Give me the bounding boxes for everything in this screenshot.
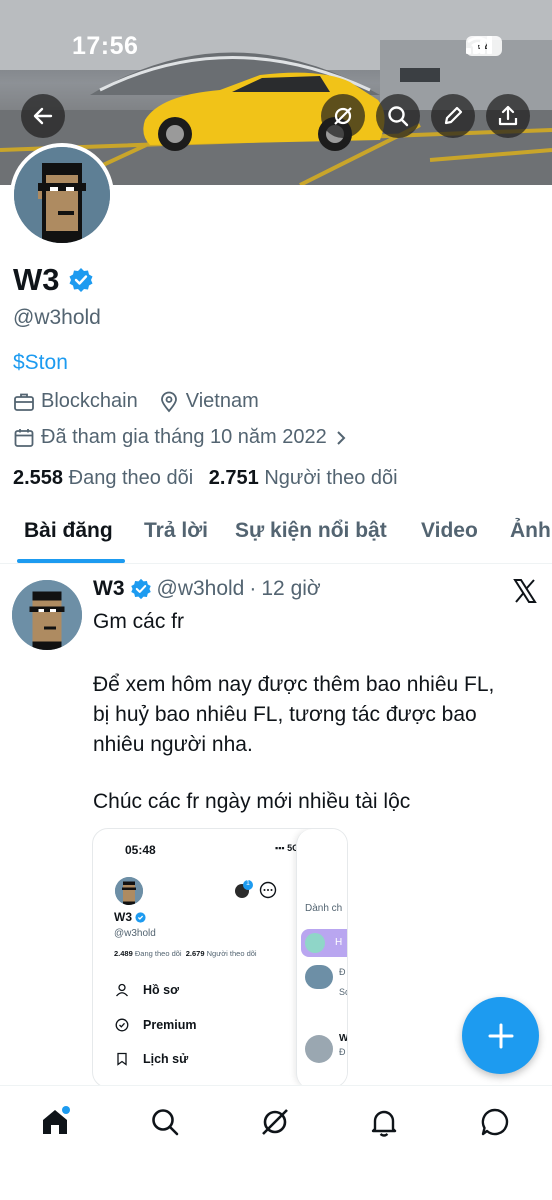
tab-replies[interactable]: Trả lời [144,519,208,543]
bio-cashtag-link[interactable]: $Ston [13,351,68,375]
embed-avatar [115,877,143,905]
pencil-icon [444,106,463,125]
profile-category: Blockchain [41,390,138,412]
punk-avatar-image [115,877,143,905]
location-pin-icon [160,391,177,412]
person-icon [116,983,128,997]
grok-button[interactable] [321,94,365,138]
tweet-author-avatar[interactable] [12,580,82,650]
following-label: Đang theo dõi [68,467,194,489]
followers-label: Người theo dõi [264,467,398,489]
profile-tabs: Bài đăng Trả lời Sự kiện nổi bật Video Ả… [0,512,552,564]
following-count: 2.558 [13,467,64,489]
tab-photos[interactable]: Ảnh [510,519,551,543]
premium-badge-icon [115,1018,129,1032]
share-button[interactable] [486,94,530,138]
embed-follow-stats: 2.489 Đang theo dõi 2.679 Người theo dõi [114,949,257,958]
nav-messages[interactable] [475,1102,515,1142]
embed-menu-premium: Premium [115,1018,197,1032]
nav-notifications[interactable] [364,1102,404,1142]
embed-more-icon [259,881,277,899]
tweet-timestamp[interactable]: 12 giờ [261,577,320,601]
message-bubble-icon [481,1108,509,1136]
wifi-icon [467,36,489,54]
x-logo-icon[interactable] [512,578,538,604]
compose-post-button[interactable] [462,997,539,1074]
embed-notification-count: 1 [246,880,250,887]
profile-handle: @w3hold [13,306,101,329]
tab-videos[interactable]: Video [421,519,478,543]
tweet-author-name[interactable]: W3 [93,577,125,601]
briefcase-icon [14,393,34,411]
nav-explore[interactable] [145,1102,185,1142]
verified-badge-icon[interactable] [68,267,94,293]
home-icon [43,1106,70,1134]
edit-profile-button[interactable] [431,94,475,138]
followers-count: 2.751 [208,467,259,489]
search-icon [152,1109,179,1136]
tweet-author-handle: @w3hold [156,577,245,600]
grok-icon [262,1109,288,1135]
status-time: 17:56 [72,32,139,60]
embed-name: W3 [114,910,132,924]
chevron-right-icon[interactable] [333,430,349,446]
profile-joined-date: Đã tham gia tháng 10 năm 2022 [41,426,327,448]
embed-menu-history: Lịch sử [115,1052,188,1066]
arrow-left-icon [33,107,53,125]
nav-grok[interactable] [255,1102,295,1142]
search-button[interactable] [376,94,420,138]
profile-avatar[interactable] [10,143,114,247]
tweet-text-line: Chúc các fr ngày mới nhiều tài lộc [93,790,411,813]
search-icon [388,106,409,127]
nav-home[interactable] [35,1102,75,1142]
verified-badge-icon [130,578,151,600]
bookmark-icon [117,1052,127,1066]
verified-badge-icon [135,911,146,923]
tab-highlights[interactable]: Sự kiện nổi bật [235,519,387,543]
bell-icon [371,1110,397,1137]
profile-location: Vietnam [185,390,259,412]
embed-menu-profile: Hồ sơ [115,983,179,997]
embed-timeline-peek: Dành ch H Đ Sc W Đ [296,829,347,1087]
embed-signal-icon: ▪▪▪ [275,843,288,853]
active-tab-indicator [17,559,125,563]
tweet-attached-image[interactable]: 05:48 ▪▪▪ 5G 92 1 W3 @w3hold 2.489 Đang … [92,828,348,1088]
tweet-text-line: Để xem hôm nay được thêm bao nhiêu FL, [93,673,495,696]
tweet-text-line: Gm các fr [93,610,185,633]
tab-posts[interactable]: Bài đăng [24,519,113,543]
tweet-text-line: bị huỷ bao nhiêu FL, tương tác được bao [93,703,477,726]
calendar-icon [14,428,34,447]
plus-icon [488,1023,513,1048]
followers-link[interactable]: 2.751 Người theo dõi [209,467,398,489]
profile-name: W3 [13,262,60,297]
punk-avatar-image [12,580,82,650]
back-button[interactable] [21,94,65,138]
bottom-navigation [0,1085,552,1200]
tweet-separator: · [249,577,257,600]
embed-status-time: 05:48 [125,843,156,857]
grok-icon [334,107,352,125]
tweet-text-line: nhiêu người nha. [93,733,253,756]
status-bar: 17:56 44 [0,30,552,64]
following-link[interactable]: 2.558 Đang theo dõi [13,467,193,489]
share-icon [498,105,518,126]
embed-handle: @w3hold [114,928,156,939]
punk-avatar-image [14,147,110,243]
